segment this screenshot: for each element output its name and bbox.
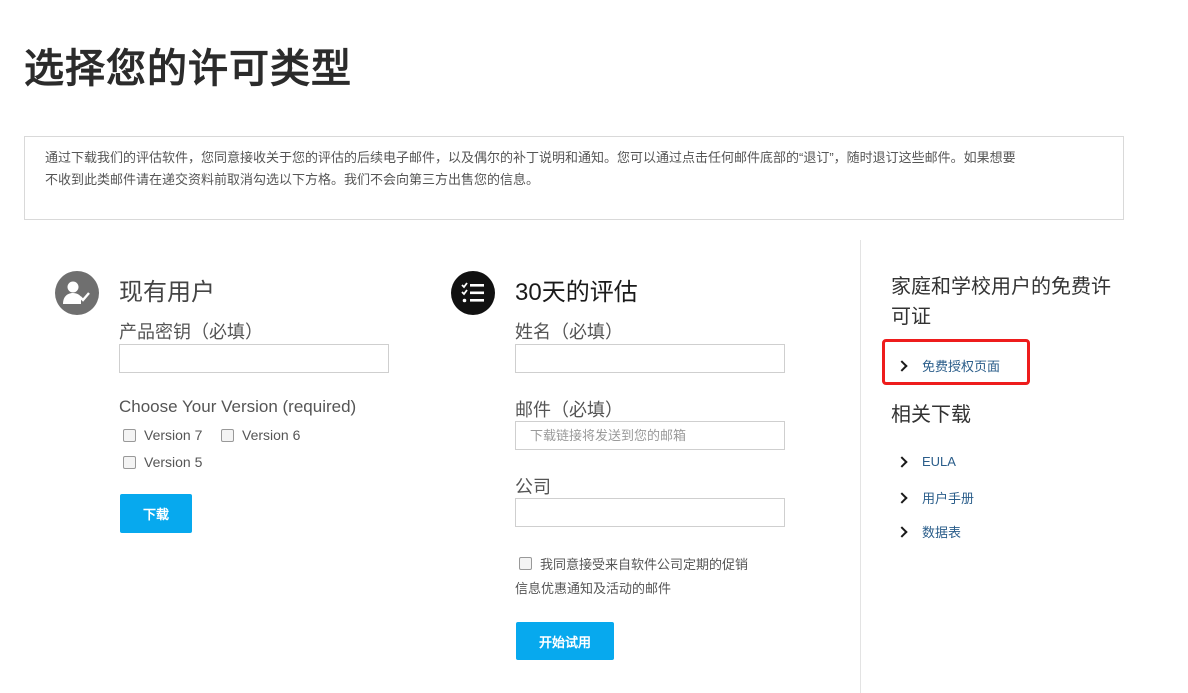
download-link-manual[interactable]: 用户手册 <box>896 488 975 507</box>
page-title: 选择您的许可类型 <box>24 46 352 92</box>
user-check-icon <box>55 271 99 315</box>
notice-line-2: 不收到此类邮件请在递交资料前取消勾选以下方格。我们不会向第三方出售您的信息。 <box>45 172 540 187</box>
free-license-title-line-1: 家庭和学校用户的免费许 <box>891 276 1111 298</box>
version-7-label: Version 7 <box>144 427 203 443</box>
consent-option[interactable]: 我同意接受来自软件公司定期的促销 <box>519 554 748 573</box>
chevron-right-icon <box>896 491 908 504</box>
name-input[interactable] <box>515 344 785 373</box>
chevron-right-icon <box>896 455 908 468</box>
chevron-right-icon <box>896 359 908 372</box>
version-7-checkbox[interactable] <box>123 428 136 442</box>
download-button[interactable]: 下载 <box>120 494 192 533</box>
product-key-input[interactable] <box>119 344 389 373</box>
email-notice: 通过下载我们的评估软件，您同意接收关于您的评估的后续电子邮件，以及偶尔的补丁说明… <box>24 136 1124 220</box>
download-link-datasheet-label: 数据表 <box>922 525 962 540</box>
version-5-label: Version 5 <box>144 454 203 470</box>
chevron-right-icon <box>896 525 908 538</box>
product-key-label: 产品密钥（必填） <box>119 322 263 342</box>
free-license-title-line-2: 可证 <box>891 306 931 328</box>
download-link-eula-label: EULA <box>922 454 956 469</box>
license-page: 选择您的许可类型 通过下载我们的评估软件，您同意接收关于您的评估的后续电子邮件，… <box>0 0 1188 693</box>
notice-line-1: 通过下载我们的评估软件，您同意接收关于您的评估的后续电子邮件，以及偶尔的补丁说明… <box>45 150 1016 165</box>
company-input[interactable] <box>515 498 785 527</box>
company-label: 公司 <box>515 477 551 497</box>
related-downloads-title: 相关下载 <box>891 404 971 426</box>
version-5-option[interactable]: Version 5 <box>123 454 202 470</box>
column-divider <box>860 240 861 693</box>
free-license-link[interactable]: 免费授权页面 <box>896 356 1001 375</box>
download-link-manual-label: 用户手册 <box>922 491 975 506</box>
version-6-option[interactable]: Version 6 <box>221 427 300 443</box>
email-label: 邮件（必填） <box>515 400 623 420</box>
version-6-checkbox[interactable] <box>221 428 234 442</box>
consent-line-2: 信息优惠通知及活动的邮件 <box>515 581 672 596</box>
version-7-option[interactable]: Version 7 <box>123 427 202 443</box>
name-label: 姓名（必填） <box>515 322 623 342</box>
version-6-label: Version 6 <box>242 427 301 443</box>
existing-user-title: 现有用户 <box>119 279 215 306</box>
trial-title: 30天的评估 <box>515 279 638 306</box>
version-5-checkbox[interactable] <box>123 455 136 469</box>
version-label: Choose Your Version (required) <box>119 397 357 416</box>
checklist-icon <box>451 271 495 315</box>
consent-checkbox[interactable] <box>519 557 532 570</box>
email-input[interactable] <box>515 421 785 450</box>
free-license-title: 家庭和学校用户的免费许 可证 <box>891 272 1111 332</box>
consent-line-1: 我同意接受来自软件公司定期的促销 <box>540 557 749 572</box>
download-link-eula[interactable]: EULA <box>896 454 956 469</box>
start-trial-button[interactable]: 开始试用 <box>516 622 614 660</box>
free-license-link-label: 免费授权页面 <box>922 359 1001 374</box>
download-link-datasheet[interactable]: 数据表 <box>896 522 962 541</box>
